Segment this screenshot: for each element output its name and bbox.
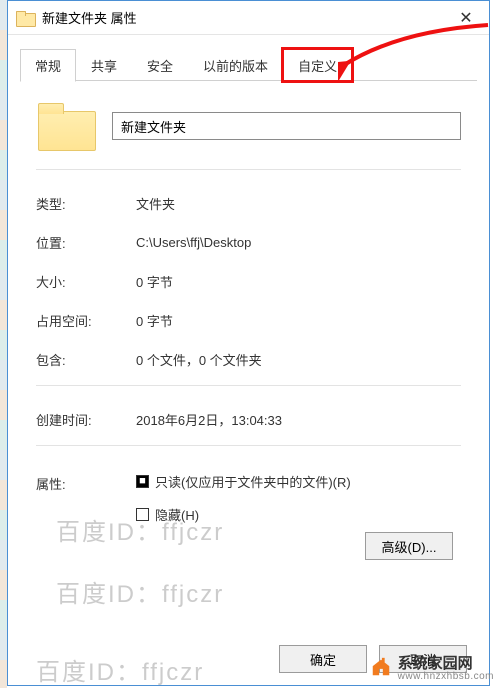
folder-icon [16, 11, 34, 25]
folder-name-input[interactable] [112, 112, 461, 140]
tab-strip: 常规 共享 安全 以前的版本 自定义 [8, 47, 489, 81]
titlebar: 新建文件夹 属性 ✕ [8, 1, 489, 35]
tab-customize[interactable]: 自定义 [283, 49, 352, 81]
ondisk-value: 0 字节 [136, 311, 461, 330]
size-label: 大小: [36, 272, 136, 291]
created-label: 创建时间: [36, 410, 136, 429]
created-value: 2018年6月2日，13:04:33 [136, 410, 461, 429]
row-size: 大小: 0 字节 [36, 262, 461, 301]
row-contains: 包含: 0 个文件，0 个文件夹 [36, 340, 461, 379]
location-value: C:\Users\ffj\Desktop [136, 235, 461, 250]
properties-dialog: 新建文件夹 属性 ✕ 常规 共享 安全 以前的版本 自定义 类型: 文件夹 [7, 0, 490, 686]
tab-general[interactable]: 常规 [20, 49, 76, 82]
tab-security[interactable]: 安全 [132, 49, 188, 81]
hidden-checkbox-icon [136, 508, 149, 521]
readonly-label: 只读(仅应用于文件夹中的文件)(R) [155, 472, 351, 491]
hidden-checkbox-row[interactable]: 隐藏(H) [136, 505, 461, 524]
size-value: 0 字节 [136, 272, 461, 291]
tab-previous-versions[interactable]: 以前的版本 [188, 49, 283, 81]
separator [36, 445, 461, 446]
tab-sharing[interactable]: 共享 [76, 49, 132, 81]
brand-name: 系统家园网 [398, 655, 473, 672]
general-tab-content: 类型: 文件夹 位置: C:\Users\ffj\Desktop 大小: 0 字… [8, 81, 489, 560]
property-rows: 类型: 文件夹 位置: C:\Users\ffj\Desktop 大小: 0 字… [36, 184, 461, 379]
readonly-checkbox-row[interactable]: ■ 只读(仅应用于文件夹中的文件)(R) [136, 472, 461, 491]
advanced-button[interactable]: 高级(D)... [365, 532, 453, 560]
brand-badge: 系统家园网 www.hnzxhbsb.com [370, 652, 494, 682]
attributes-block: 属性: ■ 只读(仅应用于文件夹中的文件)(R) 隐藏(H) 高级(D)... [36, 460, 461, 560]
separator [36, 385, 461, 386]
readonly-checkbox-icon: ■ [136, 475, 149, 488]
separator [36, 169, 461, 170]
brand-url: www.hnzxhbsb.com [398, 671, 494, 682]
contains-label: 包含: [36, 350, 136, 369]
type-value: 文件夹 [136, 194, 461, 213]
brand-logo-icon [370, 656, 392, 678]
folder-large-icon [38, 103, 94, 149]
desktop-edge-strip [0, 0, 7, 688]
row-created: 创建时间: 2018年6月2日，13:04:33 [36, 400, 461, 439]
ondisk-label: 占用空间: [36, 311, 136, 330]
type-label: 类型: [36, 194, 136, 213]
close-icon: ✕ [459, 8, 472, 28]
folder-name-row [36, 103, 461, 149]
row-type: 类型: 文件夹 [36, 184, 461, 223]
attributes-label: 属性: [36, 472, 136, 560]
close-button[interactable]: ✕ [443, 3, 489, 33]
hidden-label: 隐藏(H) [155, 505, 199, 524]
location-label: 位置: [36, 233, 136, 252]
window-title: 新建文件夹 属性 [42, 8, 443, 27]
ok-button[interactable]: 确定 [279, 645, 367, 673]
row-location: 位置: C:\Users\ffj\Desktop [36, 223, 461, 262]
contains-value: 0 个文件，0 个文件夹 [136, 350, 461, 369]
row-size-on-disk: 占用空间: 0 字节 [36, 301, 461, 340]
